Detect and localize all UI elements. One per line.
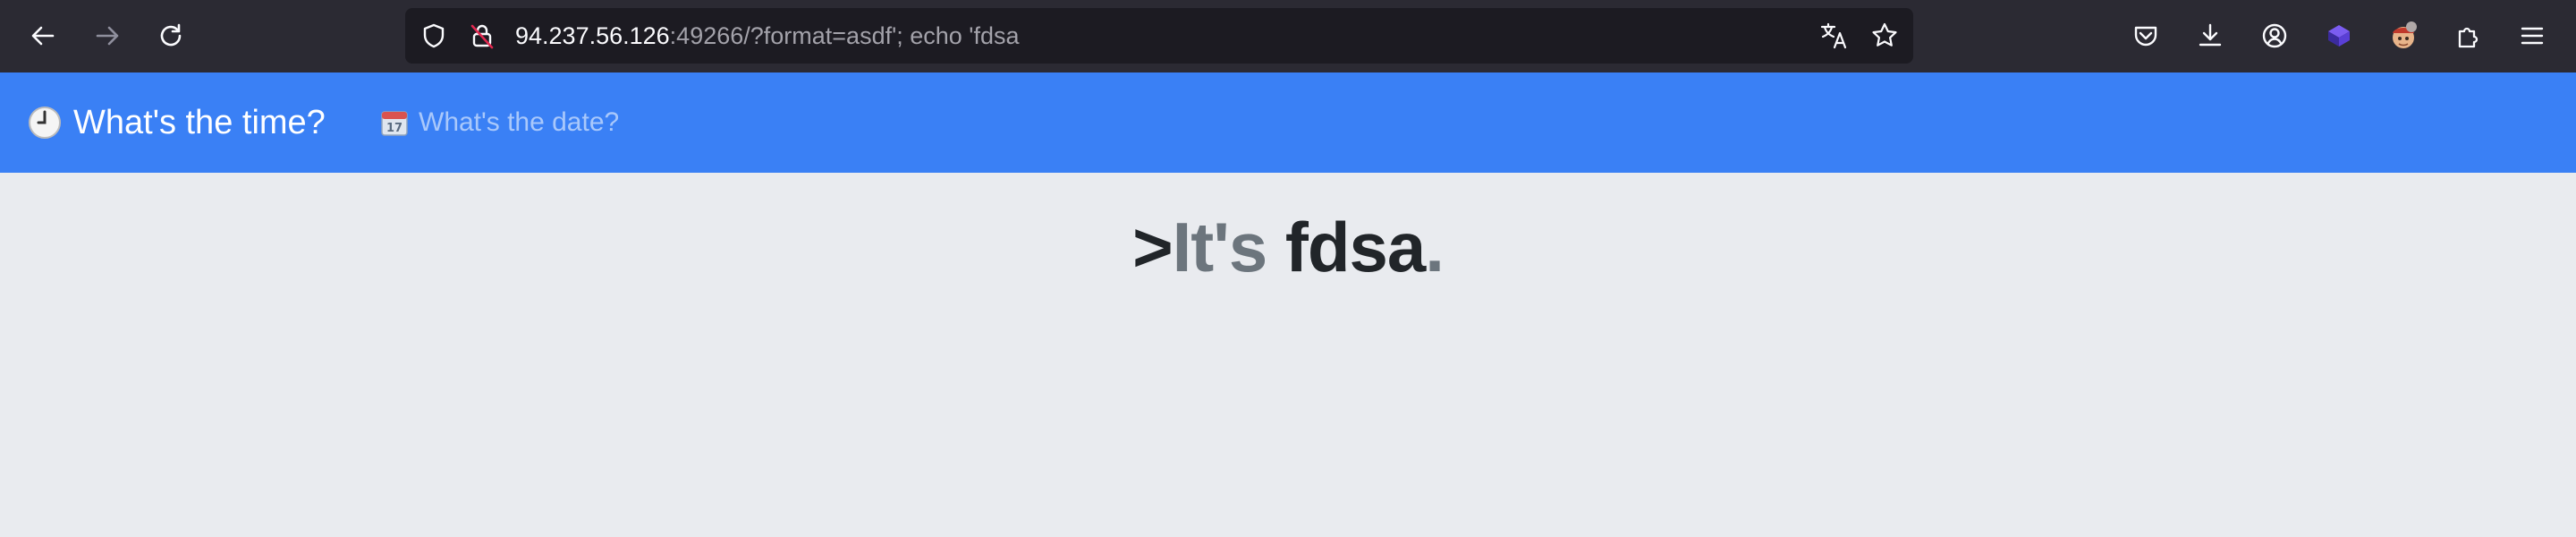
back-arrow-icon	[31, 26, 55, 46]
back-button[interactable]	[21, 14, 64, 57]
extension-cube-button[interactable]	[2318, 14, 2360, 57]
account-icon	[2262, 23, 2287, 48]
pocket-icon	[2134, 26, 2157, 47]
app-navbar: What's the time? 17 What's the date?	[0, 72, 2576, 173]
reload-button[interactable]	[149, 14, 192, 57]
downloads-button[interactable]	[2189, 14, 2232, 57]
translate-icon[interactable]	[1818, 20, 1851, 52]
pocket-button[interactable]	[2124, 14, 2167, 57]
url-text[interactable]: 94.237.56.126:49266/?format=asdf'; echo …	[515, 8, 1020, 64]
download-icon	[2199, 23, 2222, 47]
forward-button[interactable]	[86, 14, 129, 57]
nav-link-date[interactable]: 17 What's the date?	[379, 72, 619, 173]
headline-value: fdsa	[1284, 208, 1426, 286]
forward-arrow-icon	[96, 26, 119, 46]
tracking-shield-icon[interactable]	[418, 20, 450, 52]
url-path: :49266/?format=asdf'; echo 'fdsa	[669, 22, 1020, 49]
extension-avatar-icon	[2393, 21, 2417, 48]
puzzle-piece-icon	[2458, 27, 2479, 48]
headline-prefix: It's	[1172, 208, 1268, 286]
bookmark-star-icon[interactable]	[1868, 20, 1901, 52]
headline-prompt: >	[1132, 208, 1174, 286]
url-host: 94.237.56.126	[515, 22, 670, 49]
extensions-button[interactable]	[2446, 14, 2489, 57]
insecure-lock-icon[interactable]	[466, 20, 498, 52]
nav-link-date-label: What's the date?	[419, 107, 620, 137]
brand-title: What's the time?	[73, 103, 326, 141]
extension-avatar-button[interactable]	[2382, 14, 2425, 57]
extension-cube-icon	[2328, 25, 2350, 47]
hamburger-menu-icon	[2521, 27, 2544, 45]
navbar-brand[interactable]: What's the time?	[27, 72, 326, 173]
headline-dot: .	[1425, 208, 1445, 286]
account-button[interactable]	[2253, 14, 2296, 57]
calendar-icon: 17	[379, 107, 410, 138]
svg-text:17: 17	[386, 122, 402, 135]
app-menu-button[interactable]	[2511, 14, 2554, 57]
browser-toolbar: 94.237.56.126:49266/?format=asdf'; echo …	[0, 0, 2576, 72]
clock-icon	[27, 105, 63, 141]
address-bar[interactable]: 94.237.56.126:49266/?format=asdf'; echo …	[405, 8, 1913, 64]
time-output-heading: >It's fdsa.	[0, 207, 2576, 288]
reload-icon	[160, 23, 182, 47]
